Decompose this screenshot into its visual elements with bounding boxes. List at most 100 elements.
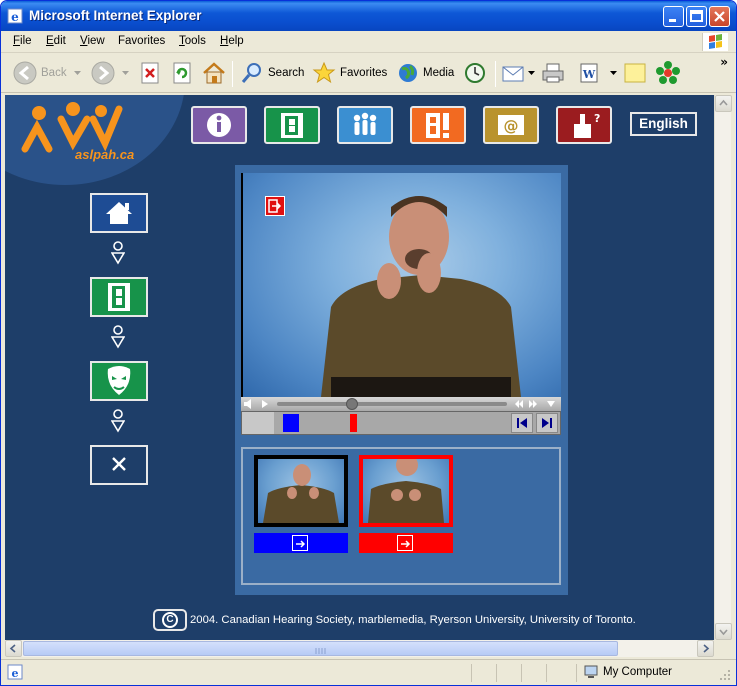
scroll-up-button[interactable]	[715, 95, 732, 112]
security-zone: My Computer	[583, 664, 672, 680]
people-icon	[353, 112, 377, 135]
previous-clip-button[interactable]	[511, 413, 533, 433]
transport-icons[interactable]	[513, 398, 559, 410]
dropdown-arrow-icon[interactable]	[609, 68, 619, 78]
back-button[interactable]: Back	[13, 59, 83, 87]
side-home-button[interactable]	[90, 193, 148, 233]
book-icon	[281, 113, 303, 138]
menu-favorites[interactable]: Favorites	[118, 35, 165, 47]
maximize-button[interactable]	[686, 6, 707, 27]
clip-select-bar-1[interactable]	[254, 533, 348, 553]
title-bar[interactable]: e Microsoft Internet Explorer	[1, 1, 736, 31]
person-divider-icon	[111, 325, 125, 349]
menu-help[interactable]: Help	[220, 35, 244, 47]
status-pane-divider	[546, 664, 547, 682]
search-button[interactable]: Search	[240, 59, 304, 87]
resize-grip-icon[interactable]	[718, 668, 732, 682]
windows-logo-icon	[702, 33, 728, 51]
dropdown-arrow-icon[interactable]	[73, 68, 83, 78]
dropdown-arrow-icon[interactable]	[527, 68, 537, 78]
edit-button[interactable]: W	[579, 59, 619, 87]
flower-icon	[656, 61, 680, 84]
clips-box	[241, 447, 561, 585]
nav-help-button[interactable]: ?	[556, 106, 612, 144]
toolbar-chevron-icon[interactable]: »	[720, 55, 728, 69]
volume-icon[interactable]	[243, 398, 273, 410]
forward-button[interactable]	[91, 59, 131, 87]
minimize-button[interactable]	[663, 6, 684, 27]
favorites-button[interactable]: Favorites	[312, 59, 387, 87]
nav-people-button[interactable]	[337, 106, 393, 144]
refresh-button[interactable]	[173, 59, 193, 87]
scroll-left-button[interactable]	[5, 640, 22, 657]
copyright-icon[interactable]: C	[153, 609, 187, 631]
close-icon	[714, 11, 725, 22]
maximize-icon	[690, 10, 703, 22]
discuss-button[interactable]	[623, 59, 647, 87]
menu-view[interactable]: View	[80, 35, 105, 47]
menu-tools[interactable]: Tools	[179, 35, 206, 47]
side-mask-button[interactable]	[90, 361, 148, 401]
menu-bar: File Edit View Favorites Tools Help	[1, 31, 736, 53]
scroll-down-button[interactable]	[715, 623, 732, 640]
video-exit-icon[interactable]	[265, 196, 285, 216]
horizontal-scroll-thumb[interactable]	[23, 641, 618, 656]
side-book-button[interactable]	[90, 277, 148, 317]
computer-icon	[584, 665, 598, 678]
menu-file[interactable]: File	[13, 35, 32, 47]
back-arrow-icon	[13, 61, 37, 85]
language-button[interactable]: English	[630, 112, 697, 136]
vertical-scrollbar[interactable]	[714, 95, 732, 640]
info-icon	[207, 113, 231, 137]
clip-thumbnail-2[interactable]	[359, 455, 453, 527]
next-clip-button[interactable]	[536, 413, 558, 433]
exclamation-icon	[426, 113, 449, 138]
svg-text:e: e	[12, 667, 19, 680]
scroll-corner	[714, 640, 731, 657]
status-bar: e My Computer	[1, 659, 736, 685]
media-button[interactable]: Media	[397, 59, 454, 87]
person-divider-icon	[111, 241, 125, 265]
toolbar-separator	[495, 61, 496, 87]
nav-email-button[interactable]: @	[483, 106, 539, 144]
media-globe-icon	[399, 64, 417, 82]
svg-text:@: @	[504, 117, 519, 135]
menu-edit[interactable]: Edit	[46, 35, 66, 47]
mail-button[interactable]	[501, 59, 537, 87]
history-button[interactable]	[463, 59, 487, 87]
nav-alert-button[interactable]	[410, 106, 466, 144]
email-icon: @	[498, 115, 524, 135]
clip-select-bar-2[interactable]	[359, 533, 453, 553]
close-button[interactable]	[709, 6, 730, 27]
print-button[interactable]	[541, 59, 565, 87]
dropdown-arrow-icon[interactable]	[121, 68, 131, 78]
side-close-button[interactable]	[90, 445, 148, 485]
nav-info-button[interactable]	[191, 106, 247, 144]
seek-track[interactable]	[277, 402, 507, 406]
scroll-right-button[interactable]	[697, 640, 714, 657]
minimize-icon	[669, 19, 676, 22]
player-panel	[235, 165, 568, 595]
video-player[interactable]	[241, 173, 561, 397]
home-button[interactable]	[202, 59, 226, 87]
clip-thumbnail-1[interactable]	[254, 455, 348, 527]
svg-text:?: ?	[594, 112, 600, 125]
help-icon: ?	[574, 112, 600, 138]
timeline-playhead-red[interactable]	[350, 414, 357, 432]
stop-button[interactable]	[141, 59, 161, 87]
nav-book-button[interactable]	[264, 106, 320, 144]
clip-timeline[interactable]	[241, 411, 561, 435]
stop-icon	[141, 62, 159, 84]
seek-knob[interactable]	[346, 398, 358, 410]
horizontal-scrollbar[interactable]	[5, 640, 714, 657]
timeline-clip-marker-blue[interactable]	[283, 414, 299, 432]
page-content: aslpah.ca @ ? English C 2004. Canadian H…	[5, 95, 714, 640]
history-icon	[465, 63, 485, 83]
svg-text:W: W	[582, 68, 596, 81]
messenger-button[interactable]	[655, 59, 681, 87]
svg-text:e: e	[11, 10, 19, 24]
browser-window: e Microsoft Internet Explorer File Edit …	[0, 0, 737, 686]
refresh-icon	[173, 62, 191, 84]
status-pane-divider	[521, 664, 522, 682]
search-icon	[241, 63, 261, 83]
